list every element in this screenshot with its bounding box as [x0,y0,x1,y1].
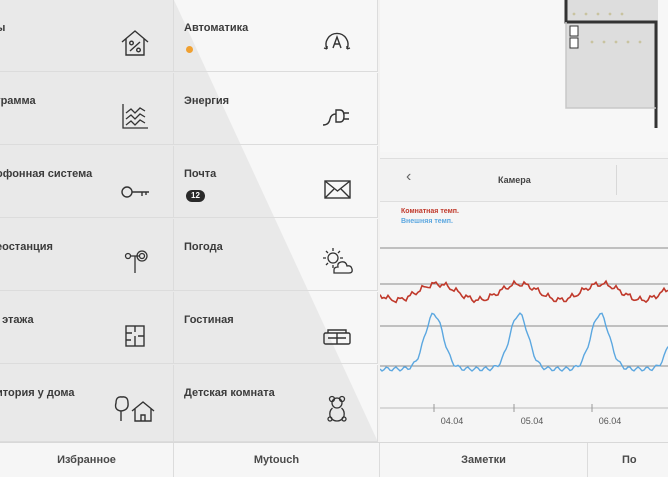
x-tick-label: 06.04 [599,416,622,426]
garden-house-icon [112,391,158,425]
tile-label: і этажа [0,314,34,326]
camera-title: Камера [498,175,531,185]
tile-kids-room[interactable]: Детская комната [174,365,378,442]
teddy-bear-icon [320,391,354,425]
chart-program-icon [118,99,152,133]
tile-label: итория у дома [0,387,75,399]
temperature-chart: 04.04 05.04 06.04 [380,247,668,426]
floor-plan-icon [118,318,152,352]
chevron-left-icon[interactable]: ‹ [406,168,411,186]
tile-programs[interactable]: ы [0,0,174,72]
tile-label: Энергия [184,95,230,107]
legend-outside-temp: Внешняя темп. [401,218,453,225]
tile-mail[interactable]: Почта 12 [174,146,378,218]
floor-plan-view[interactable] [380,0,668,152]
legend-room-temp: Комнатная темп. [401,208,459,215]
plug-energy-icon [320,99,354,133]
tile-label: Погода [184,241,223,253]
tile-floor-plan[interactable]: і этажа [0,292,174,364]
tile-living-room[interactable]: Гостиная [174,292,378,364]
camera-nav-bar: ‹ Камера [380,158,668,202]
tile-garden[interactable]: итория у дома [0,365,174,442]
tab-notes[interactable]: Заметки [380,443,588,477]
tile-weather-station[interactable]: еостанция [0,219,174,291]
tile-label: Почта [184,168,217,180]
door-key-icon [118,172,152,206]
tile-label: Автоматика [184,22,249,34]
tile-label: офонная система [0,168,93,180]
tile-label: Детская комната [184,387,275,399]
x-tick-label: 05.04 [521,416,544,426]
tile-label: Гостиная [184,314,234,326]
tab-partial[interactable]: По [588,443,668,477]
camera-panel: ‹ Камера Комнатная темп. Внешняя темп. 0… [380,0,668,442]
status-indicator-dot [186,46,193,53]
tile-label: ы [0,22,6,34]
tile-energy[interactable]: Энергия [174,73,378,145]
divider [616,165,617,195]
room-tile-grid: ы Автоматика грамма Энергия [0,0,378,442]
x-tick-label: 04.04 [441,416,464,426]
series-outside-temp [380,312,668,372]
tile-automation[interactable]: Автоматика [174,0,378,72]
bottom-tab-bar: Избранное Mytouch Заметки По [0,442,668,477]
tab-mytouch[interactable]: Mytouch [174,443,380,477]
tile-label: еостанция [0,241,53,253]
tab-favorites[interactable]: Избранное [0,443,174,477]
chart-legend: Комнатная темп. Внешняя темп. [401,207,459,227]
tile-label: грамма [0,95,36,107]
envelope-icon [320,172,354,206]
sun-cloud-icon [320,245,354,279]
unread-count-badge: 12 [186,190,205,202]
automation-a-icon [320,26,354,60]
tile-intercom[interactable]: офонная система [0,146,174,218]
sofa-icon [320,318,354,352]
weather-station-icon [118,245,152,279]
tile-weather[interactable]: Погода [174,219,378,291]
house-percent-icon [118,26,152,60]
tile-program[interactable]: грамма [0,73,174,145]
